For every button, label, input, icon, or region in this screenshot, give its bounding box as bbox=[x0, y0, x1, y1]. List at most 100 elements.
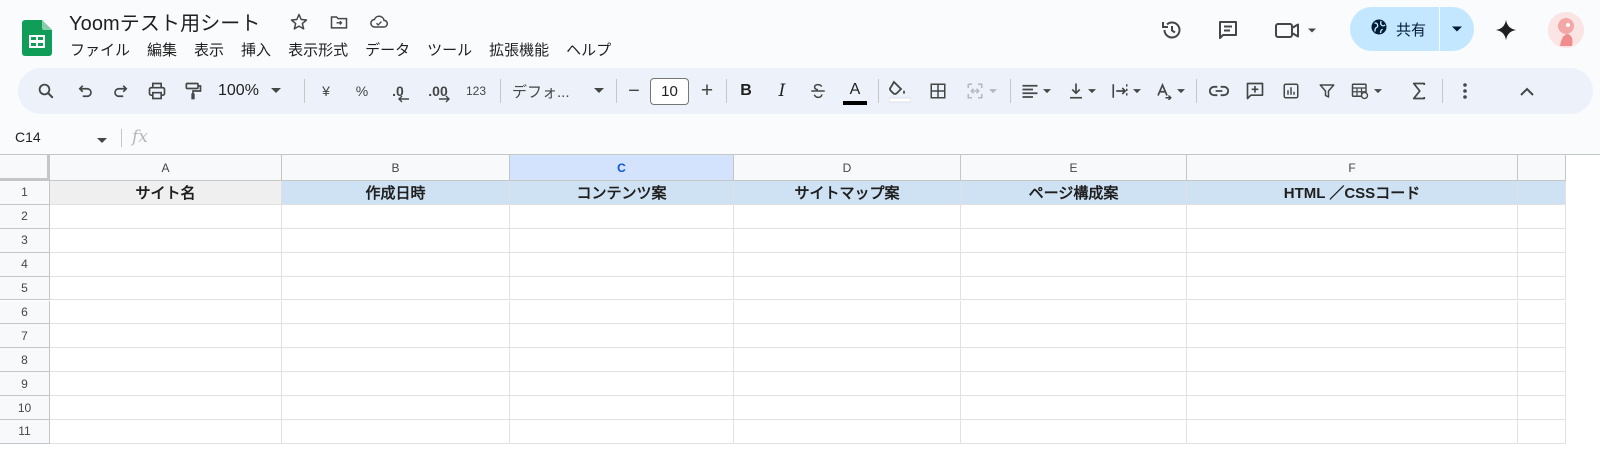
column-header-f[interactable]: F bbox=[1187, 155, 1518, 181]
header-cell[interactable]: サイト名 bbox=[50, 181, 282, 205]
sheet-cell[interactable] bbox=[961, 276, 1187, 301]
sheet-cell[interactable] bbox=[961, 348, 1187, 373]
text-wrapping-icon[interactable] bbox=[1106, 68, 1146, 114]
zoom-select[interactable]: 100% bbox=[218, 68, 298, 114]
comments-icon[interactable] bbox=[1212, 14, 1244, 46]
sheet-cell[interactable] bbox=[50, 204, 282, 229]
menu-format[interactable]: 表示形式 bbox=[280, 37, 357, 62]
row-header[interactable]: 6 bbox=[0, 300, 50, 325]
meet-icon[interactable] bbox=[1272, 14, 1322, 46]
sheet-cell[interactable] bbox=[1187, 252, 1518, 277]
sheet-cell[interactable] bbox=[734, 276, 961, 301]
chevron-down-icon[interactable] bbox=[97, 131, 107, 149]
sheet-cell[interactable] bbox=[1518, 204, 1566, 229]
strikethrough-icon[interactable] bbox=[804, 68, 832, 114]
insert-comment-icon[interactable] bbox=[1240, 68, 1270, 114]
decrease-decimal-button[interactable]: .0 bbox=[382, 68, 414, 114]
row-header[interactable]: 3 bbox=[0, 228, 50, 253]
column-header-c[interactable]: C bbox=[510, 155, 734, 181]
sheet-cell[interactable] bbox=[50, 372, 282, 397]
row-header[interactable]: 5 bbox=[0, 276, 50, 301]
currency-format-button[interactable]: ¥ bbox=[314, 68, 338, 114]
row-header[interactable]: 1 bbox=[0, 181, 50, 205]
row-header[interactable]: 8 bbox=[0, 348, 50, 373]
share-dropdown-icon[interactable] bbox=[1440, 7, 1474, 51]
fill-color-icon[interactable] bbox=[884, 68, 916, 114]
sheets-logo-icon[interactable] bbox=[22, 20, 54, 56]
sheet-cell[interactable] bbox=[510, 228, 734, 253]
sheet-cell[interactable] bbox=[734, 396, 961, 420]
sheet-cell[interactable] bbox=[510, 372, 734, 397]
font-select[interactable]: デフォ... bbox=[512, 68, 604, 114]
filter-icon[interactable] bbox=[1312, 68, 1342, 114]
column-header-g[interactable] bbox=[1518, 155, 1566, 181]
undo-icon[interactable] bbox=[68, 68, 102, 114]
header-cell[interactable]: HTML ／CSSコード bbox=[1187, 181, 1518, 205]
menu-data[interactable]: データ bbox=[357, 37, 419, 62]
sheet-cell[interactable] bbox=[1187, 396, 1518, 420]
sheet-cell[interactable] bbox=[961, 204, 1187, 229]
sheet-cell[interactable] bbox=[1187, 348, 1518, 373]
header-cell[interactable]: ページ構成案 bbox=[961, 181, 1187, 205]
paint-format-icon[interactable] bbox=[176, 68, 210, 114]
sheet-cell[interactable] bbox=[961, 228, 1187, 253]
sheet-cell[interactable] bbox=[510, 252, 734, 277]
sheet-cell[interactable] bbox=[282, 420, 510, 444]
column-header-b[interactable]: B bbox=[282, 155, 510, 181]
sheet-cell[interactable] bbox=[510, 348, 734, 373]
document-title[interactable]: Yoomテスト用シート bbox=[69, 7, 261, 36]
sheet-cell[interactable] bbox=[1518, 181, 1566, 205]
sheet-cell[interactable] bbox=[734, 324, 961, 349]
sheet-cell[interactable] bbox=[734, 252, 961, 277]
sheet-cell[interactable] bbox=[1187, 372, 1518, 397]
sheet-cell[interactable] bbox=[510, 420, 734, 444]
row-header[interactable]: 10 bbox=[0, 396, 50, 420]
star-icon[interactable] bbox=[284, 10, 314, 34]
sheet-cell[interactable] bbox=[961, 252, 1187, 277]
sheet-cell[interactable] bbox=[282, 276, 510, 301]
text-color-button[interactable]: A bbox=[840, 68, 870, 114]
row-header[interactable]: 11 bbox=[0, 420, 50, 444]
sheet-cell[interactable] bbox=[1518, 420, 1566, 444]
sheet-cell[interactable] bbox=[1518, 372, 1566, 397]
redo-icon[interactable] bbox=[104, 68, 138, 114]
sheet-cell[interactable] bbox=[1518, 300, 1566, 325]
text-rotation-icon[interactable] bbox=[1150, 68, 1190, 114]
name-box[interactable]: C14 bbox=[15, 129, 41, 145]
menu-view[interactable]: 表示 bbox=[186, 37, 233, 62]
version-history-icon[interactable] bbox=[1156, 14, 1188, 46]
header-cell[interactable]: サイトマップ案 bbox=[734, 181, 961, 205]
sheet-cell[interactable] bbox=[50, 324, 282, 349]
header-cell[interactable]: コンテンツ案 bbox=[510, 181, 734, 205]
borders-icon[interactable] bbox=[922, 68, 954, 114]
sheet-cell[interactable] bbox=[1187, 204, 1518, 229]
column-header-d[interactable]: D bbox=[734, 155, 961, 181]
sheet-cell[interactable] bbox=[1518, 228, 1566, 253]
sheet-cell[interactable] bbox=[282, 396, 510, 420]
increase-decimal-button[interactable]: .00 bbox=[420, 68, 456, 114]
menu-extensions[interactable]: 拡張機能 bbox=[481, 37, 558, 62]
sheet-cell[interactable] bbox=[50, 396, 282, 420]
sheet-cell[interactable] bbox=[1518, 396, 1566, 420]
sheet-cell[interactable] bbox=[510, 396, 734, 420]
sheet-cell[interactable] bbox=[282, 372, 510, 397]
sheet-cell[interactable] bbox=[510, 324, 734, 349]
sheet-cell[interactable] bbox=[50, 300, 282, 325]
row-header[interactable]: 2 bbox=[0, 204, 50, 229]
sheet-cell[interactable] bbox=[961, 420, 1187, 444]
merge-cells-icon[interactable] bbox=[958, 68, 1004, 114]
functions-icon[interactable] bbox=[1404, 68, 1434, 114]
sheet-cell[interactable] bbox=[510, 300, 734, 325]
sheet-cell[interactable] bbox=[282, 252, 510, 277]
sheet-cell[interactable] bbox=[1518, 348, 1566, 373]
gemini-icon[interactable] bbox=[1490, 14, 1522, 46]
italic-button[interactable]: I bbox=[768, 68, 796, 114]
sheet-cell[interactable] bbox=[961, 396, 1187, 420]
sheet-cell[interactable] bbox=[50, 228, 282, 253]
sheet-cell[interactable] bbox=[734, 204, 961, 229]
sheet-cell[interactable] bbox=[50, 276, 282, 301]
sheet-cell[interactable] bbox=[510, 204, 734, 229]
sheet-cell[interactable] bbox=[282, 204, 510, 229]
filter-views-icon[interactable] bbox=[1346, 68, 1386, 114]
insert-chart-icon[interactable] bbox=[1276, 68, 1306, 114]
